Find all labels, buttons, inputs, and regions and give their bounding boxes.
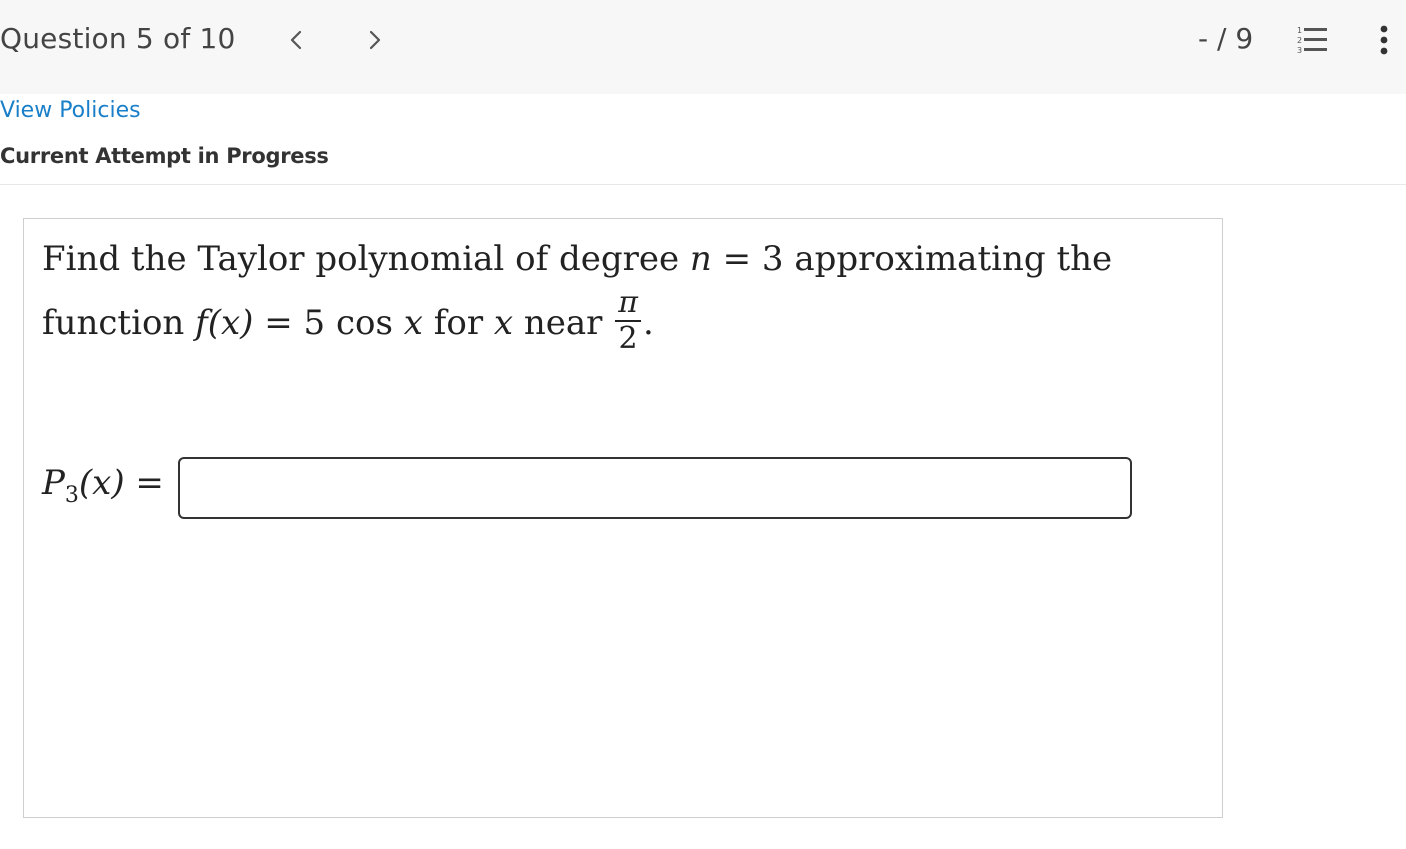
- answer-label: P3(x) =: [42, 463, 164, 508]
- chevron-right-icon: [369, 30, 381, 50]
- math-variable: x: [403, 303, 423, 343]
- question-text-part: .: [642, 303, 654, 343]
- math-expression: (x): [207, 303, 254, 343]
- question-list-button[interactable]: 1 2 3: [1295, 24, 1329, 56]
- math-expression: (x) =: [78, 463, 164, 503]
- pi-over-two-fraction: π2: [615, 288, 641, 354]
- top-bar: Question 5 of 10 - / 9 1 2 3: [0, 0, 1406, 94]
- view-policies-link[interactable]: View Policies: [0, 98, 141, 123]
- question-counter: Question 5 of 10: [0, 22, 236, 55]
- question-card: Find the Taylor polynomial of degree n =…: [23, 218, 1223, 818]
- divider: [0, 184, 1406, 185]
- question-text-part: = 3 approximating the: [711, 239, 1113, 279]
- question-text-part: near: [513, 303, 614, 343]
- question-line-2: function f(x) = 5 cos x for x near π2.: [42, 288, 1142, 358]
- answer-input[interactable]: [178, 457, 1132, 519]
- question-text-part: for: [422, 303, 494, 343]
- svg-text:2: 2: [1297, 36, 1302, 45]
- previous-question-button[interactable]: [278, 22, 314, 58]
- question-text-part: Find the Taylor polynomial of degree: [42, 239, 690, 279]
- math-variable: f: [195, 303, 208, 343]
- vertical-ellipsis-icon: [1380, 25, 1388, 55]
- more-options-button[interactable]: [1372, 22, 1396, 58]
- next-question-button[interactable]: [357, 22, 393, 58]
- score-display: - / 9: [1198, 22, 1254, 55]
- math-subscript: 3: [64, 482, 79, 508]
- chevron-left-icon: [290, 30, 302, 50]
- numbered-list-icon: 1 2 3: [1297, 26, 1327, 55]
- fraction-denominator: 2: [618, 321, 638, 356]
- svg-text:3: 3: [1297, 46, 1302, 55]
- fraction-numerator: π: [615, 288, 641, 322]
- math-variable: x: [493, 303, 514, 343]
- question-text-part: = 5 cos: [253, 303, 404, 343]
- svg-text:1: 1: [1297, 26, 1302, 35]
- attempt-status: Current Attempt in Progress: [0, 144, 329, 168]
- question-line-1: Find the Taylor polynomial of degree n =…: [42, 227, 1142, 291]
- question-text-part: function: [42, 303, 196, 343]
- math-variable: n: [689, 239, 712, 279]
- math-variable: P: [42, 463, 65, 503]
- question-text: Find the Taylor polynomial of degree n =…: [42, 227, 1142, 358]
